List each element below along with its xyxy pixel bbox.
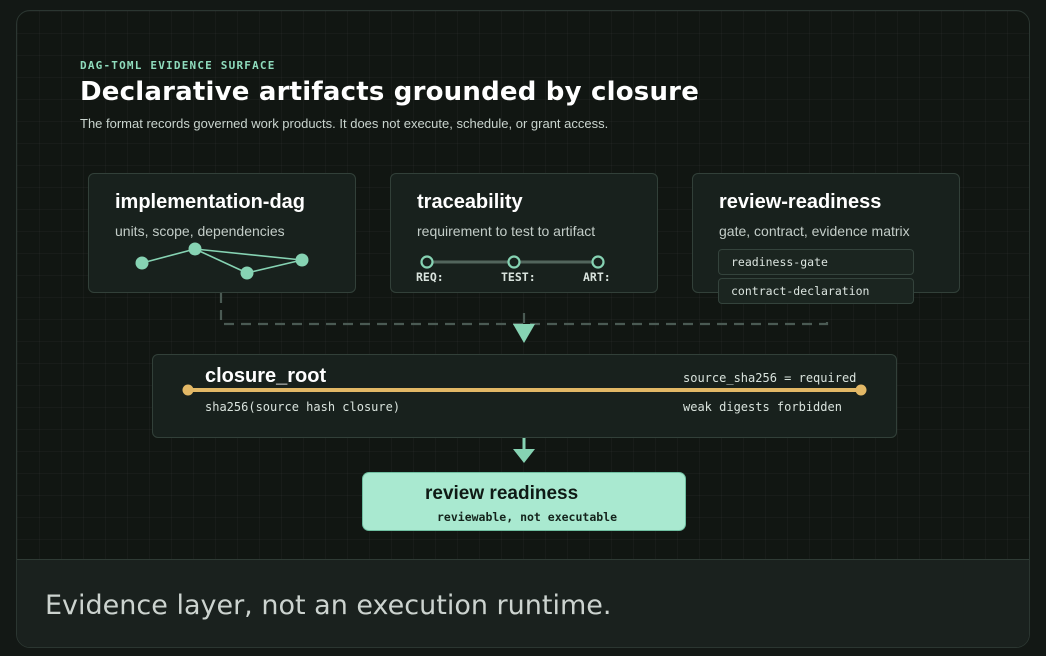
page-title: Declarative artifacts grounded by closur… xyxy=(80,77,700,107)
closure-end-dot xyxy=(855,384,867,396)
trace-node-art xyxy=(591,255,605,269)
review-subtitle: reviewable, not executable xyxy=(437,510,618,524)
closure-start-dot xyxy=(182,384,194,396)
trace-node-test xyxy=(507,255,521,269)
trace-label-req: REQ: xyxy=(416,270,444,284)
card-traceability: traceability requirement to test to arti… xyxy=(390,173,658,293)
closure-requirement: source_sha256 = required xyxy=(683,371,857,385)
closure-root-panel: closure_root sha256(source hash closure)… xyxy=(152,354,897,438)
diagram-frame: DAG-TOML EVIDENCE SURFACE Declarative ar… xyxy=(16,10,1030,648)
footer-bar: Evidence layer, not an execution runtime… xyxy=(17,559,1029,647)
card-title: review-readiness xyxy=(719,191,882,213)
page-subtitle: The format records governed work product… xyxy=(80,116,609,131)
pill-readiness-gate: readiness-gate xyxy=(718,249,914,275)
trace-node-req xyxy=(420,255,434,269)
arrow-to-closure xyxy=(513,324,535,343)
card-implementation-dag: implementation-dag units, scope, depende… xyxy=(88,173,356,293)
dag-node xyxy=(135,256,149,270)
closure-constraint: weak digests forbidden xyxy=(683,400,842,414)
eyebrow-label: DAG-TOML EVIDENCE SURFACE xyxy=(80,59,276,72)
dag-node xyxy=(295,253,309,267)
card-subtitle: gate, contract, evidence matrix xyxy=(719,223,910,239)
card-review-readiness: review-readiness gate, contract, evidenc… xyxy=(692,173,960,293)
trace-label-art: ART: xyxy=(583,270,611,284)
footer-caption: Evidence layer, not an execution runtime… xyxy=(45,590,612,621)
dag-graph-icon xyxy=(135,242,309,280)
review-title: review readiness xyxy=(425,483,579,504)
closure-formula: sha256(source hash closure) xyxy=(205,400,401,414)
pill-contract-declaration: contract-declaration xyxy=(718,278,914,304)
dag-node xyxy=(188,242,202,256)
review-readiness-node: review readiness reviewable, not executa… xyxy=(362,472,686,531)
closure-title: closure_root xyxy=(205,365,327,387)
arrow-to-review xyxy=(513,449,535,463)
dag-node xyxy=(240,266,254,280)
trace-label-test: TEST: xyxy=(501,270,536,284)
